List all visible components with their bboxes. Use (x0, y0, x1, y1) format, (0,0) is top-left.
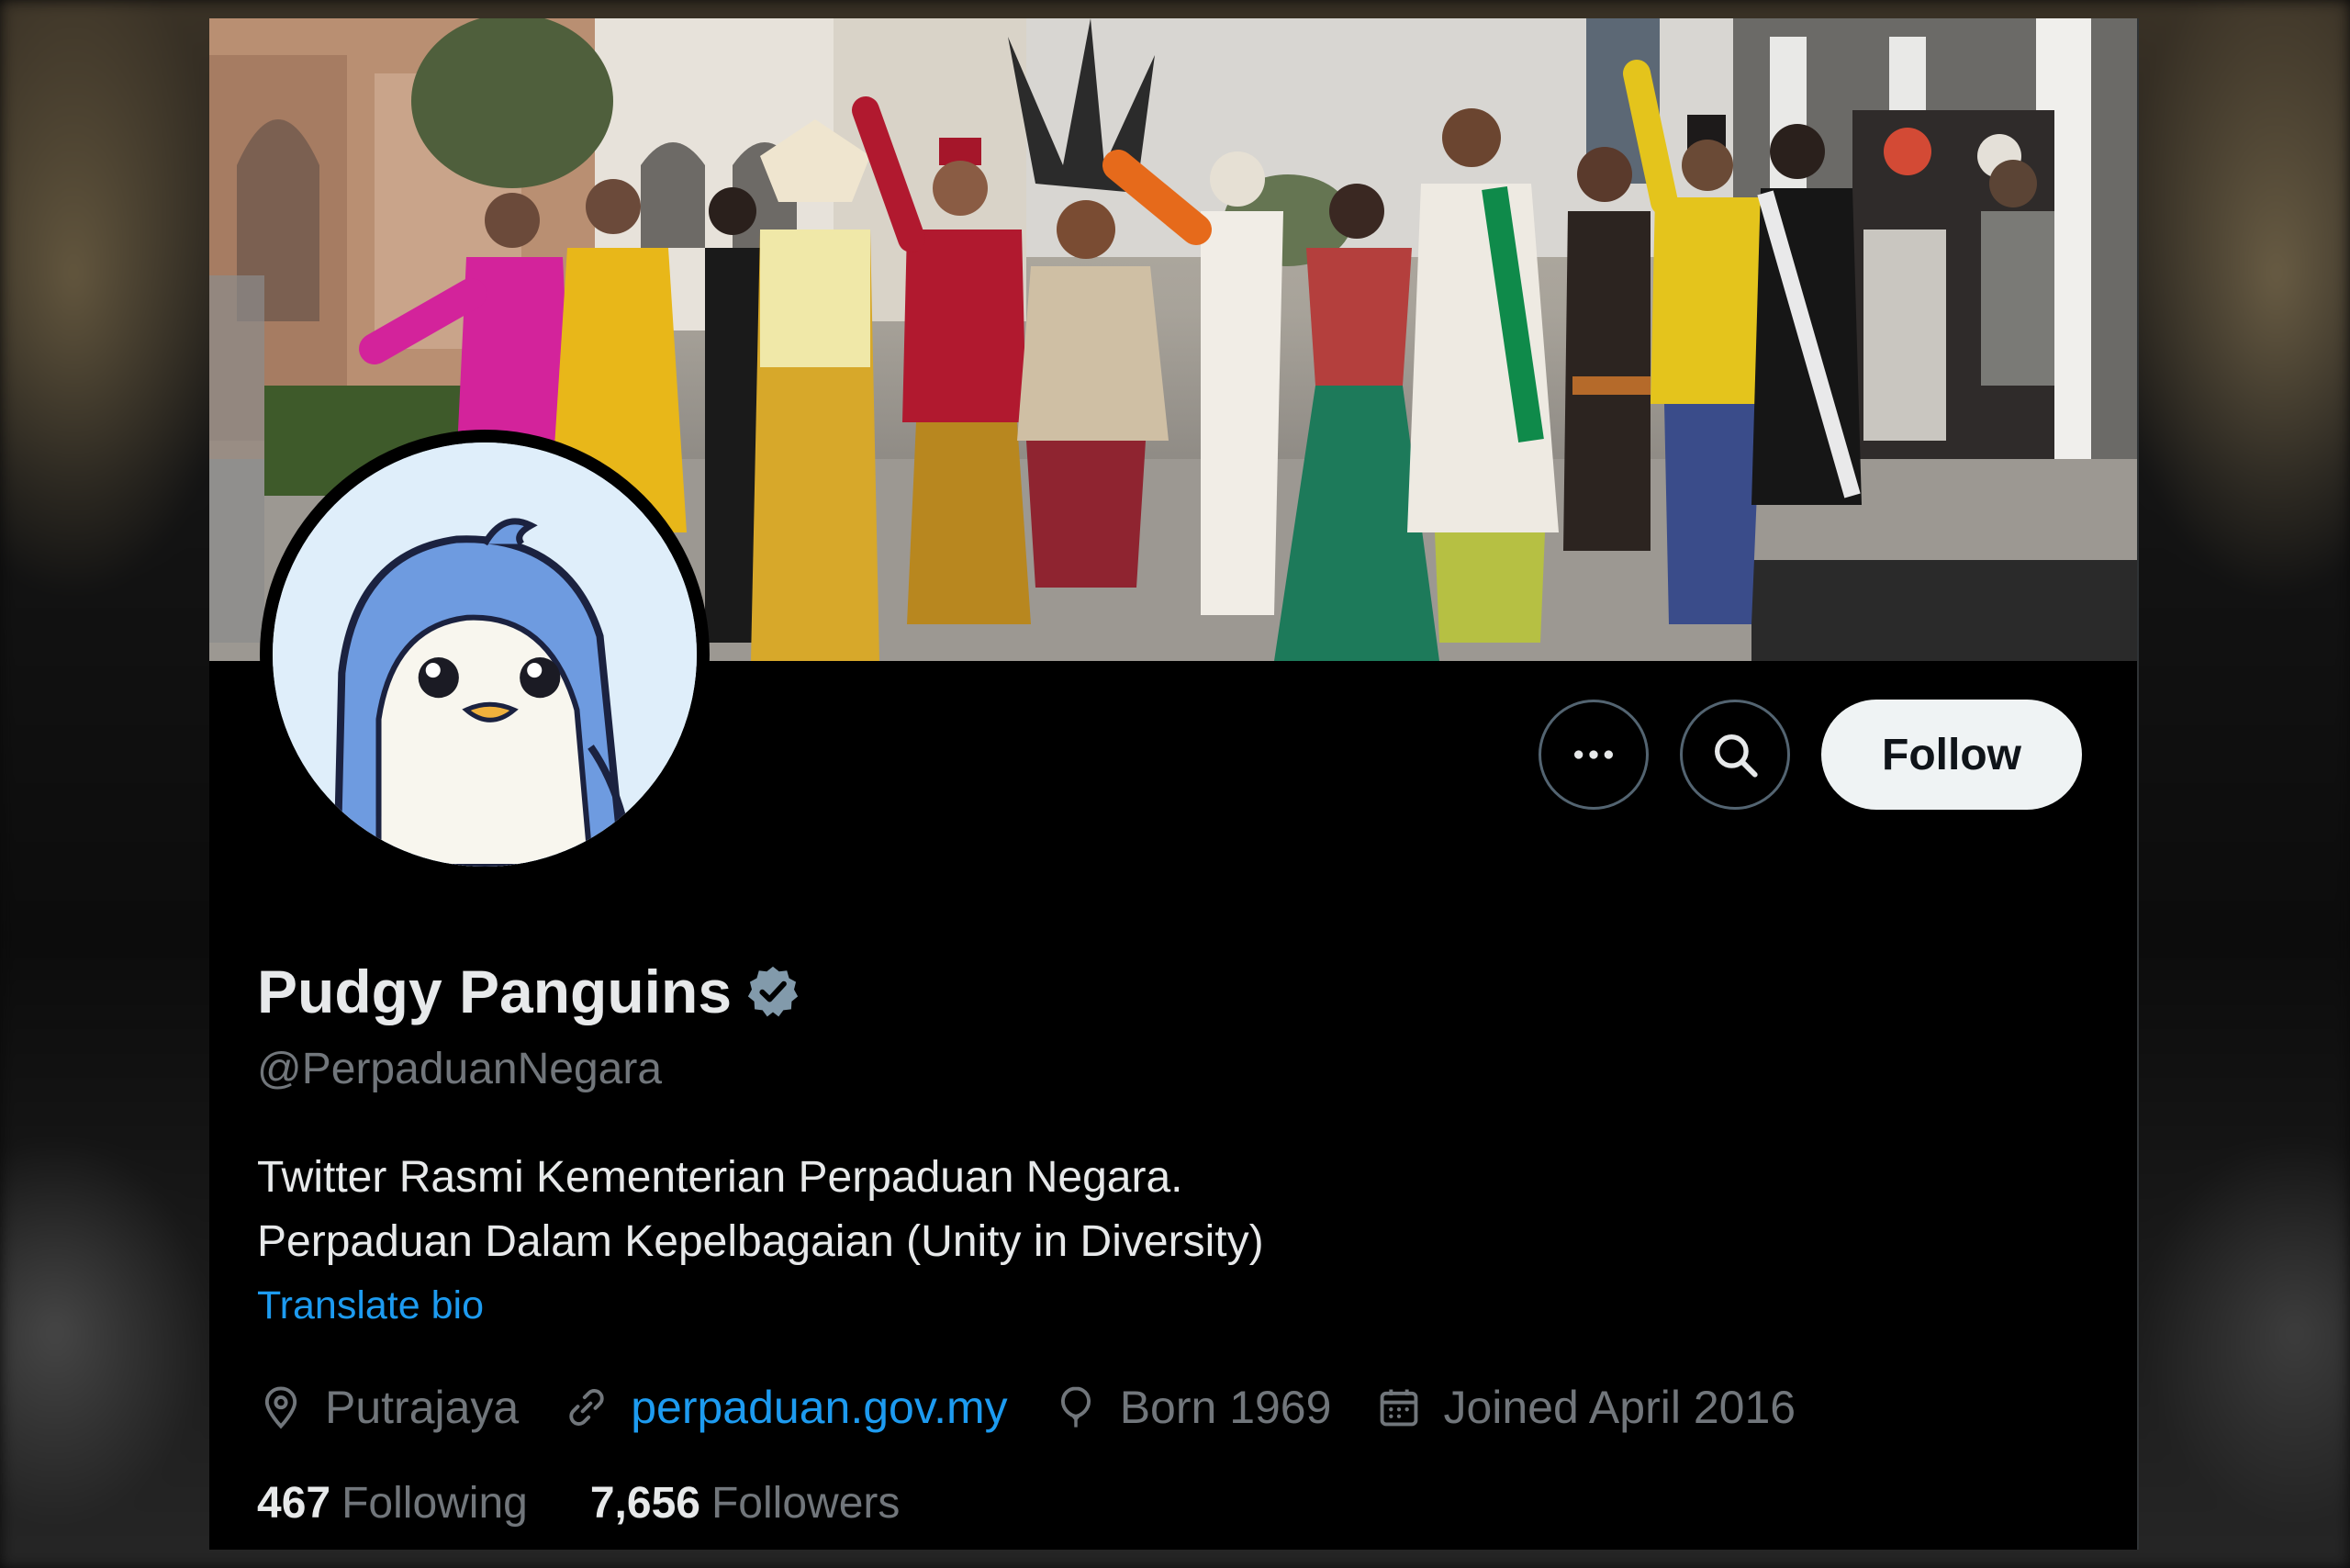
follow-stats: 467 Following 7,656 Followers (257, 1478, 962, 1529)
following-stat[interactable]: 467 Following (257, 1478, 528, 1529)
profile-handle: @PerpaduanNegara (257, 1045, 663, 1093)
bio-line: Twitter Rasmi Kementerian Perpaduan Nega… (257, 1153, 1183, 1202)
more-options-button[interactable] (1539, 700, 1649, 810)
search-icon (1715, 734, 1758, 778)
joined-item: Joined April 2016 (1375, 1381, 1796, 1434)
following-count: 467 (257, 1479, 331, 1528)
website-link[interactable]: perpaduan.gov.my (631, 1381, 1007, 1434)
link-icon (569, 1389, 604, 1426)
calendar-icon (1381, 1389, 1418, 1427)
balloon-icon (1060, 1386, 1091, 1428)
followers-stat[interactable]: 7,656 Followers (590, 1478, 901, 1529)
display-name-row: Pudgy Panguins (257, 955, 801, 1028)
profile-avatar[interactable] (260, 430, 710, 879)
born-item: Born 1969 (1052, 1381, 1332, 1434)
column-divider (2137, 18, 2139, 1550)
profile-screenshot: Follow Pudgy Panguins @PerpaduanNegara T… (209, 18, 2139, 1550)
translate-bio-link[interactable]: Translate bio (257, 1283, 484, 1328)
verified-badge-icon[interactable] (744, 963, 801, 1020)
following-label: Following (341, 1479, 528, 1528)
penguin-avatar-image (273, 442, 697, 867)
location-pin-icon (264, 1386, 297, 1429)
profile-bio: Twitter Rasmi Kementerian Perpaduan Nega… (257, 1146, 1264, 1274)
search-profile-button[interactable] (1680, 700, 1790, 810)
display-name: Pudgy Panguins (257, 958, 733, 1025)
website-item: perpaduan.gov.my (563, 1381, 1008, 1434)
follow-button[interactable]: Follow (1821, 700, 2082, 810)
bio-line: Perpaduan Dalam Kepelbagaian (Unity in D… (257, 1217, 1264, 1266)
followers-label: Followers (711, 1479, 901, 1528)
followers-count: 7,656 (589, 1479, 700, 1528)
location-text: Putrajaya (325, 1382, 520, 1433)
born-text: Born 1969 (1119, 1382, 1332, 1433)
more-horizontal-icon (1574, 750, 1613, 759)
joined-text: Joined April 2016 (1443, 1382, 1796, 1433)
location-item: Putrajaya (257, 1381, 519, 1434)
profile-meta-row: Putrajaya perpaduan.gov.my Born 1969 Joi… (257, 1375, 1840, 1439)
